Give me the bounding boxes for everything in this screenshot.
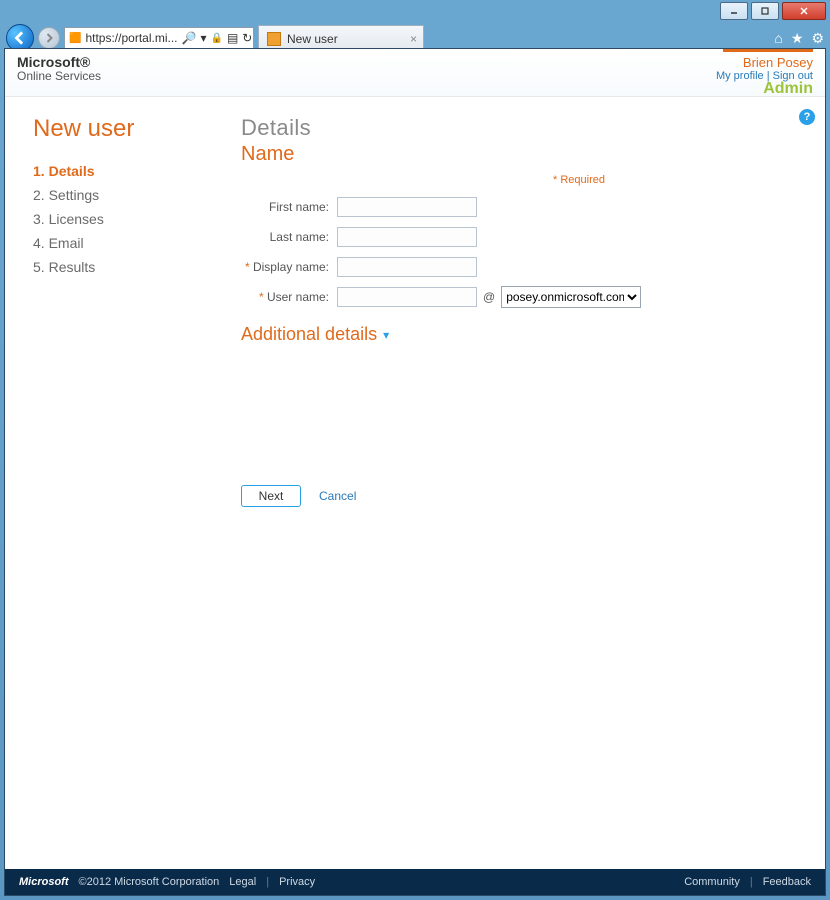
section-subtitle: Name [241, 143, 805, 166]
brand: Microsoft® Online Services [17, 55, 101, 84]
caret-down-icon: ▾ [383, 328, 389, 342]
user-name: Brien Posey [716, 55, 813, 70]
at-symbol: @ [483, 290, 495, 304]
section-title: Details [241, 115, 805, 141]
community-link[interactable]: Community [684, 876, 740, 888]
step-details[interactable]: 1. Details [33, 159, 233, 183]
page-viewport: Microsoft® Online Services Brien Posey M… [4, 48, 826, 896]
os-window: 🟧 https://portal.mi... 🔎 ▾ 🔒 ▤ ↻ ✕ New u… [0, 0, 830, 900]
brand-top: Microsoft® [17, 55, 101, 70]
step-licenses[interactable]: 3. Licenses [33, 207, 233, 231]
step-email[interactable]: 4. Email [33, 231, 233, 255]
wizard-steps: 1. Details 2. Settings 3. Licenses 4. Em… [33, 159, 233, 279]
feedback-link[interactable]: Feedback [763, 876, 811, 888]
tab-title: New user [287, 32, 338, 46]
maximize-button[interactable] [751, 2, 779, 20]
footer: Microsoft ©2012 Microsoft Corporation Le… [5, 869, 825, 895]
last-name-input[interactable] [337, 227, 477, 247]
minimize-button[interactable] [720, 2, 748, 20]
step-settings[interactable]: 2. Settings [33, 183, 233, 207]
url-text: https://portal.mi... [85, 31, 177, 45]
display-name-input[interactable] [337, 257, 477, 277]
privacy-link[interactable]: Privacy [279, 876, 315, 888]
user-block: Brien Posey My profile | Sign out Admin [716, 55, 813, 98]
footer-copyright: ©2012 Microsoft Corporation [79, 876, 220, 888]
role-badge: Admin [716, 80, 813, 98]
content: New user 1. Details 2. Settings 3. Licen… [5, 97, 825, 869]
dropdown-icon: ▾ [200, 31, 206, 45]
help-icon[interactable]: ? [799, 109, 815, 125]
cancel-link[interactable]: Cancel [319, 489, 356, 503]
user-name-label: * User name: [241, 290, 337, 304]
user-name-input[interactable] [337, 287, 477, 307]
favicon-icon: 🟧 [69, 31, 81, 45]
tools-icon[interactable]: ⚙ [811, 30, 824, 47]
refresh-icon[interactable]: ↻ [242, 31, 252, 45]
footer-brand: Microsoft [19, 876, 69, 888]
titlebar [0, 0, 830, 22]
display-name-label: * Display name: [241, 260, 337, 274]
home-icon[interactable]: ⌂ [774, 30, 782, 47]
close-button[interactable] [782, 2, 826, 20]
accent-bar [723, 49, 813, 52]
lock-icon: 🔒 [210, 33, 222, 44]
domain-select[interactable]: posey.onmicrosoft.com [501, 286, 641, 308]
first-name-label: First name: [241, 200, 337, 214]
legal-link[interactable]: Legal [229, 876, 256, 888]
tab-favicon-icon [267, 32, 281, 46]
forward-button[interactable] [38, 27, 60, 49]
additional-details-toggle[interactable]: Additional details ▾ [241, 324, 805, 345]
first-name-input[interactable] [337, 197, 477, 217]
compat-icon: ▤ [227, 31, 238, 45]
tab-close-icon[interactable]: × [410, 32, 417, 46]
address-bar[interactable]: 🟧 https://portal.mi... 🔎 ▾ 🔒 ▤ ↻ ✕ [64, 27, 254, 49]
step-results[interactable]: 5. Results [33, 255, 233, 279]
form-area: Details Name * Required First name: Last… [233, 115, 805, 869]
page-header: Microsoft® Online Services Brien Posey M… [5, 49, 825, 97]
last-name-label: Last name: [241, 230, 337, 244]
favorites-icon[interactable]: ★ [791, 30, 804, 47]
next-button[interactable]: Next [241, 485, 301, 507]
brand-sub: Online Services [17, 70, 101, 83]
page-title: New user [33, 115, 233, 143]
required-note: * Required [241, 174, 805, 186]
my-profile-link[interactable]: My profile [716, 70, 764, 82]
search-icon: 🔎 [182, 31, 197, 45]
